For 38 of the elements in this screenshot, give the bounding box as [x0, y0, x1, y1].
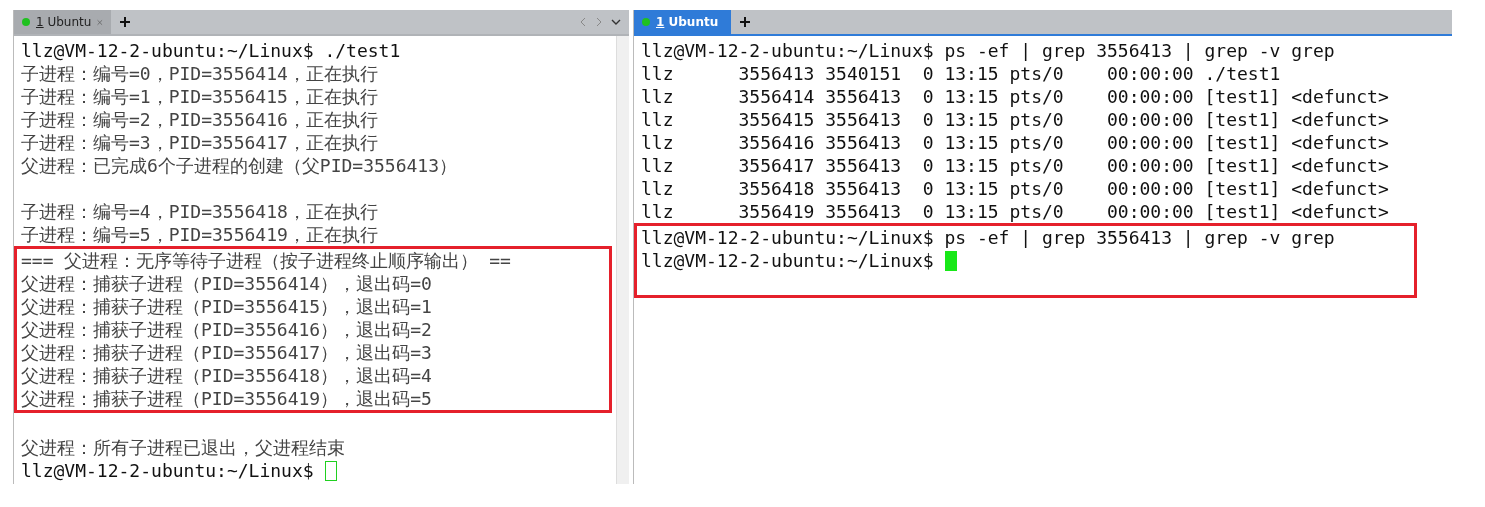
- terminal-line: 父进程：捕获子进程（PID=3556415），退出码=1: [21, 295, 433, 318]
- terminal-line: === 父进程：无序等待子进程（按子进程终止顺序输出） ==: [21, 249, 512, 272]
- terminal-line: llz@VM-12-2-ubuntu:~/Linux$: [641, 249, 934, 272]
- terminal-line: 父进程：捕获子进程（PID=3556419），退出码=5: [21, 387, 433, 410]
- terminal-line: llz 3556414 3556413 0 13:15 pts/0 00:00:00 [test1] <defunct>: [641, 85, 1390, 108]
- terminal-line: llz 3556415 3556413 0 13:15 pts/0 00:00:00 [test1] <defunct>: [641, 108, 1390, 131]
- terminal-tab[interactable]: 1 Ubuntu: [634, 10, 731, 34]
- terminal-line: 子进程：编号=1，PID=3556415，正在执行: [21, 85, 379, 108]
- terminal-line: 父进程：捕获子进程（PID=3556414），退出码=0: [21, 272, 433, 295]
- terminal-line: 父进程：所有子进程已退出，父进程结束: [21, 436, 346, 459]
- status-dot-icon: [22, 18, 30, 26]
- terminal-line: 子进程：编号=3，PID=3556417，正在执行: [21, 131, 379, 154]
- terminal-line: 子进程：编号=4，PID=3556418，正在执行: [21, 200, 379, 223]
- terminal-line: llz 3556418 3556413 0 13:15 pts/0 00:00:00 [test1] <defunct>: [641, 177, 1390, 200]
- previous-icon[interactable]: [579, 17, 587, 27]
- terminal-line: llz 3556416 3556413 0 13:15 pts/0 00:00:00 [test1] <defunct>: [641, 131, 1390, 154]
- terminal-line: 子进程：编号=5，PID=3556419，正在执行: [21, 223, 379, 246]
- terminal-line: llz@VM-12-2-ubuntu:~/Linux$ ./test1: [21, 39, 402, 62]
- scrollbar[interactable]: [616, 36, 629, 484]
- terminal-line: 子进程：编号=2，PID=3556416，正在执行: [21, 108, 379, 131]
- terminal-line: 父进程：捕获子进程（PID=3556417），退出码=3: [21, 341, 433, 364]
- terminal-line: 子进程：编号=0，PID=3556414，正在执行: [21, 62, 379, 85]
- terminal-line: 父进程：捕获子进程（PID=3556418），退出码=4: [21, 364, 433, 387]
- terminal-line: llz@VM-12-2-ubuntu:~/Linux$ ps -ef | grep 3556413 | grep -v grep: [641, 226, 1336, 249]
- next-icon[interactable]: [595, 17, 603, 27]
- terminal-line: llz@VM-12-2-ubuntu:~/Linux$: [21, 459, 314, 482]
- close-icon[interactable]: [97, 17, 103, 27]
- terminal-line: llz 3556419 3556413 0 13:15 pts/0 00:00:00 [test1] <defunct>: [641, 200, 1390, 223]
- terminal-line: 父进程：捕获子进程（PID=3556416），退出码=2: [21, 318, 433, 341]
- new-tab-icon[interactable]: [739, 16, 751, 28]
- terminal-tab[interactable]: 1 Ubuntu: [14, 10, 111, 34]
- new-tab-icon[interactable]: [119, 16, 131, 28]
- terminal-line: 父进程：已完成6个子进程的创建（父PID=3556413）: [21, 154, 459, 177]
- terminal-line: llz 3556417 3556413 0 13:15 pts/0 00:00:00 [test1] <defunct>: [641, 154, 1390, 177]
- chevron-down-icon[interactable]: [611, 17, 621, 27]
- status-dot-icon: [642, 18, 650, 26]
- terminal-line: llz 3556413 3540151 0 13:15 pts/0 00:00:00 ./test1: [641, 62, 1282, 85]
- terminal-line: llz@VM-12-2-ubuntu:~/Linux$ ps -ef | grep 3556413 | grep -v grep: [641, 39, 1336, 62]
